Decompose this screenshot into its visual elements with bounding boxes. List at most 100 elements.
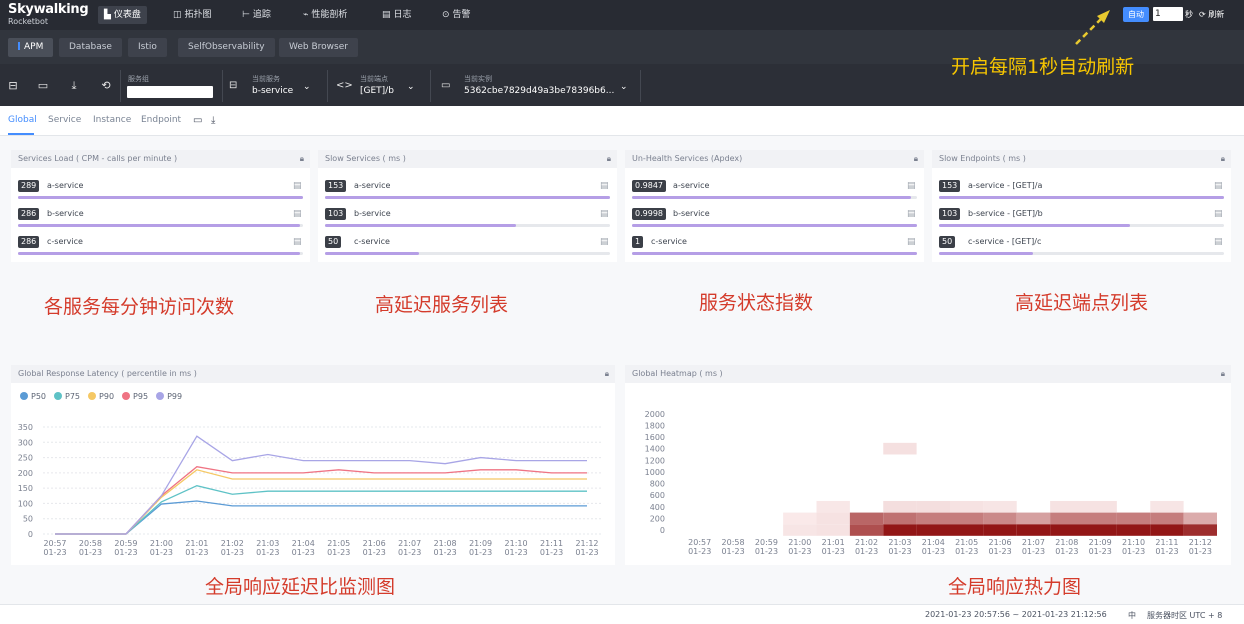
tab-instance[interactable]: Instance xyxy=(93,115,131,125)
refresh-interval-input[interactable]: 1 xyxy=(1153,7,1183,21)
legend-item[interactable]: P75 xyxy=(54,392,80,401)
heatmap-cell[interactable] xyxy=(883,442,917,455)
tab-endpoint[interactable]: Endpoint xyxy=(141,115,181,125)
list-item[interactable]: 153 a-service ▤ xyxy=(325,180,610,200)
folder-icon[interactable]: ▭ xyxy=(193,115,202,126)
heatmap-cell[interactable] xyxy=(883,500,917,513)
list-item[interactable]: 50 c-service ▤ xyxy=(325,236,610,256)
heatmap-cell[interactable] xyxy=(950,512,984,525)
list-item[interactable]: 0.9847 a-service ▤ xyxy=(632,180,917,200)
clipboard-icon[interactable]: ▤ xyxy=(600,180,609,192)
tab-global[interactable]: Global xyxy=(8,115,37,125)
heatmap-cell[interactable] xyxy=(783,512,817,525)
heatmap-cell[interactable] xyxy=(1016,524,1051,536)
series-line-p99[interactable] xyxy=(55,435,587,535)
list-item[interactable]: 153 a-service - [GET]/a ▤ xyxy=(939,180,1224,200)
heatmap-cell[interactable] xyxy=(1183,524,1217,536)
logo[interactable]: Skywalking Rocketbot xyxy=(8,3,89,27)
lock-icon[interactable]: 🔒︎ xyxy=(605,365,609,383)
heatmap-cell[interactable] xyxy=(916,524,950,536)
layer-web-browser[interactable]: Web Browser xyxy=(279,38,358,57)
heatmap-cell[interactable] xyxy=(883,512,917,525)
list-item[interactable]: 289 a-service ▤ xyxy=(18,180,303,200)
heatmap-cell[interactable] xyxy=(950,524,984,536)
heatmap-cell[interactable] xyxy=(1083,500,1117,513)
language-toggle[interactable]: 中 xyxy=(1128,610,1136,621)
clipboard-icon[interactable]: ▤ xyxy=(907,236,916,248)
clipboard-icon[interactable]: ▤ xyxy=(1214,180,1223,192)
service-group-selector[interactable]: 服务组 xyxy=(120,70,220,102)
download-icon[interactable]: ⤓ xyxy=(67,79,81,93)
clipboard-icon[interactable]: ▤ xyxy=(600,236,609,248)
heatmap-cell[interactable] xyxy=(983,512,1017,525)
heatmap-cell[interactable] xyxy=(1050,500,1084,513)
lock-icon[interactable]: 🔒︎ xyxy=(1221,365,1225,383)
heatmap-cell[interactable] xyxy=(1116,512,1151,525)
heatmap-cell[interactable] xyxy=(1150,500,1184,513)
clipboard-icon[interactable]: ▤ xyxy=(293,208,302,220)
clipboard-icon[interactable]: ▤ xyxy=(293,236,302,248)
heatmap-cell[interactable] xyxy=(983,500,1017,513)
layer-apm[interactable]: APM xyxy=(8,38,54,57)
nav-topology[interactable]: ◫ 拓扑图 xyxy=(167,6,218,24)
download-icon[interactable]: ⤓ xyxy=(211,115,215,126)
refresh-button[interactable]: ⟳ 刷新 xyxy=(1199,7,1224,22)
layer-database[interactable]: Database xyxy=(59,38,122,57)
heatmap-cell[interactable] xyxy=(849,512,884,525)
nav-dashboard[interactable]: ▙ 仪表盘 xyxy=(98,6,147,24)
series-line-p75[interactable] xyxy=(55,485,587,535)
heatmap-cell[interactable] xyxy=(916,512,950,525)
list-item[interactable]: 286 b-service ▤ xyxy=(18,208,303,228)
clipboard-icon[interactable]: ▤ xyxy=(600,208,609,220)
heatmap-cell[interactable] xyxy=(1183,512,1217,525)
list-item[interactable]: 50 c-service - [GET]/c ▤ xyxy=(939,236,1224,256)
time-range[interactable]: 2021-01-23 20:57:56 ~ 2021-01-23 21:12:5… xyxy=(925,610,1107,619)
clipboard-icon[interactable]: ▤ xyxy=(907,208,916,220)
heatmap-cell[interactable] xyxy=(1083,524,1117,536)
lock-icon[interactable]: 🔒︎ xyxy=(607,150,611,168)
heatmap-cell[interactable] xyxy=(1050,512,1084,525)
legend-item[interactable]: P50 xyxy=(20,392,46,401)
clipboard-icon[interactable]: ▤ xyxy=(1214,236,1223,248)
nav-log[interactable]: ▤ 日志 xyxy=(376,6,418,24)
legend-item[interactable]: P99 xyxy=(156,392,182,401)
service-group-input[interactable] xyxy=(127,86,213,98)
heatmap-cell[interactable] xyxy=(983,524,1017,536)
nav-profile[interactable]: ⌁ 性能剖析 xyxy=(297,6,353,24)
nav-trace[interactable]: ⊢ 追踪 xyxy=(236,6,277,24)
series-line-p50[interactable] xyxy=(55,500,587,535)
lock-icon[interactable]: 🔒︎ xyxy=(1221,150,1225,168)
list-item[interactable]: 103 b-service ▤ xyxy=(325,208,610,228)
reload-icon[interactable]: ⟲ xyxy=(99,79,113,92)
clipboard-icon[interactable]: ▤ xyxy=(907,180,916,192)
instance-selector[interactable]: ▭ 当前实例 5362cbe7829d49a3be78396b6... ⌄ xyxy=(430,70,641,102)
list-item[interactable]: 286 c-service ▤ xyxy=(18,236,303,256)
heatmap-cell[interactable] xyxy=(1016,512,1051,525)
endpoint-selector[interactable]: <> 当前端点 [GET]/b ⌄ xyxy=(327,70,427,102)
folder-icon[interactable]: ▭ xyxy=(36,79,50,92)
layer-istio[interactable]: Istio xyxy=(128,38,167,57)
tab-service[interactable]: Service xyxy=(48,115,81,125)
list-item[interactable]: 1 c-service ▤ xyxy=(632,236,917,256)
heatmap-cell[interactable] xyxy=(1116,524,1151,536)
heatmap-cell[interactable] xyxy=(1050,524,1084,536)
auto-refresh-button[interactable]: 自动 xyxy=(1123,7,1149,22)
legend-item[interactable]: P95 xyxy=(122,392,148,401)
clipboard-icon[interactable]: ▤ xyxy=(1214,208,1223,220)
heatmap-cell[interactable] xyxy=(916,500,950,513)
heatmap-cell[interactable] xyxy=(1150,512,1184,525)
lock-icon[interactable]: ⊟ xyxy=(6,79,20,92)
nav-alarm[interactable]: ⊙ 告警 xyxy=(436,6,477,24)
heatmap-cell[interactable] xyxy=(1083,512,1117,525)
lock-icon[interactable]: 🔒︎ xyxy=(914,150,918,168)
service-selector[interactable]: ⊟ 当前服务 b-service ⌄ xyxy=(222,70,322,102)
heatmap-cell[interactable] xyxy=(816,500,850,513)
layer-selfobservability[interactable]: SelfObservability xyxy=(178,38,275,57)
heatmap-cell[interactable] xyxy=(1150,524,1184,536)
list-item[interactable]: 0.9998 b-service ▤ xyxy=(632,208,917,228)
heatmap-cell[interactable] xyxy=(816,512,850,525)
heatmap-cell[interactable] xyxy=(883,524,917,536)
heatmap-cell[interactable] xyxy=(950,500,984,513)
heatmap-cell[interactable] xyxy=(816,524,850,536)
heatmap-cell[interactable] xyxy=(783,524,817,536)
